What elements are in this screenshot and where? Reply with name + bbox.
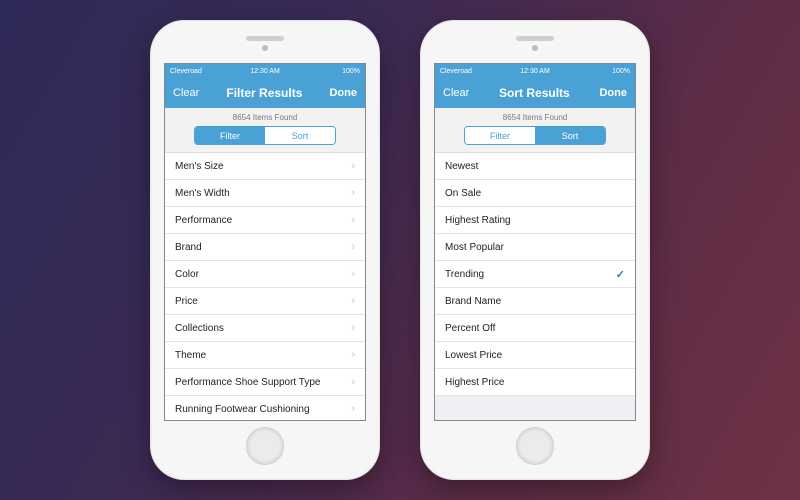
- sub-header: 8654 Items Found Filter Sort: [435, 108, 635, 153]
- segmented-control[interactable]: Filter Sort: [194, 126, 336, 145]
- clear-button[interactable]: Clear: [443, 87, 469, 99]
- chevron-right-icon: ›: [351, 295, 355, 307]
- sort-row[interactable]: Brand Name: [435, 288, 635, 315]
- chevron-right-icon: ›: [351, 322, 355, 334]
- front-camera: [532, 45, 538, 51]
- row-label: Performance Shoe Support Type: [175, 377, 320, 388]
- row-label: Most Popular: [445, 242, 504, 253]
- segment-sort[interactable]: Sort: [535, 127, 605, 144]
- status-bar: Cleveroad 12:30 AM 100%: [165, 64, 365, 78]
- row-label: Lowest Price: [445, 350, 502, 361]
- filter-row[interactable]: Collections ›: [165, 315, 365, 342]
- sort-row[interactable]: Trending ✓: [435, 261, 635, 288]
- row-label: Price: [175, 296, 198, 307]
- status-bar: Cleveroad 12:30 AM 100%: [435, 64, 635, 78]
- row-label: Men's Size: [175, 161, 224, 172]
- row-label: Men's Width: [175, 188, 230, 199]
- row-label: Trending: [445, 269, 484, 280]
- sort-row[interactable]: Highest Rating: [435, 207, 635, 234]
- row-label: Theme: [175, 350, 206, 361]
- carrier-label: Cleveroad: [440, 68, 472, 75]
- row-label: Brand Name: [445, 296, 501, 307]
- home-button[interactable]: [246, 427, 284, 465]
- filter-row[interactable]: Performance ›: [165, 207, 365, 234]
- row-label: Highest Rating: [445, 215, 511, 226]
- home-button[interactable]: [516, 427, 554, 465]
- speaker-slot: [516, 36, 554, 41]
- chevron-right-icon: ›: [351, 241, 355, 253]
- sort-row[interactable]: Newest: [435, 153, 635, 180]
- segment-sort[interactable]: Sort: [265, 127, 335, 144]
- row-label: Running Footwear Cushioning: [175, 404, 310, 415]
- row-label: Percent Off: [445, 323, 495, 334]
- sort-row[interactable]: Most Popular: [435, 234, 635, 261]
- chevron-right-icon: ›: [351, 187, 355, 199]
- page-title: Filter Results: [226, 86, 302, 100]
- segment-filter[interactable]: Filter: [195, 127, 265, 144]
- clock-label: 12:30 AM: [250, 68, 280, 75]
- page-title: Sort Results: [499, 86, 570, 100]
- chevron-right-icon: ›: [351, 403, 355, 415]
- checkmark-icon: ✓: [616, 268, 625, 281]
- row-label: On Sale: [445, 188, 481, 199]
- segmented-control[interactable]: Filter Sort: [464, 126, 606, 145]
- row-label: Brand: [175, 242, 202, 253]
- speaker-slot: [246, 36, 284, 41]
- chevron-right-icon: ›: [351, 268, 355, 280]
- row-label: Newest: [445, 161, 478, 172]
- carrier-label: Cleveroad: [170, 68, 202, 75]
- filter-row[interactable]: Color ›: [165, 261, 365, 288]
- screen-filter: Cleveroad 12:30 AM 100% Clear Filter Res…: [164, 63, 366, 421]
- row-label: Color: [175, 269, 199, 280]
- clock-label: 12:30 AM: [520, 68, 550, 75]
- results-count: 8654 Items Found: [503, 113, 567, 122]
- filter-list[interactable]: Men's Size›Men's Width›Performance›Brand…: [165, 153, 365, 420]
- sub-header: 8654 Items Found Filter Sort: [165, 108, 365, 153]
- nav-bar: Clear Filter Results Done: [165, 78, 365, 108]
- phone-sort: Cleveroad 12:30 AM 100% Clear Sort Resul…: [420, 20, 650, 480]
- filter-row[interactable]: Performance Shoe Support Type ›: [165, 369, 365, 396]
- chevron-right-icon: ›: [351, 349, 355, 361]
- filter-row[interactable]: Running Footwear Cushioning ›: [165, 396, 365, 420]
- sort-row[interactable]: Lowest Price: [435, 342, 635, 369]
- filter-row[interactable]: Men's Size ›: [165, 153, 365, 180]
- segment-filter[interactable]: Filter: [465, 127, 535, 144]
- filter-row[interactable]: Price ›: [165, 288, 365, 315]
- chevron-right-icon: ›: [351, 376, 355, 388]
- nav-bar: Clear Sort Results Done: [435, 78, 635, 108]
- battery-label: 100%: [612, 68, 630, 75]
- sort-row[interactable]: Percent Off: [435, 315, 635, 342]
- done-button[interactable]: Done: [329, 87, 357, 99]
- sort-row[interactable]: Highest Price: [435, 369, 635, 396]
- chevron-right-icon: ›: [351, 160, 355, 172]
- row-label: Performance: [175, 215, 232, 226]
- row-label: Collections: [175, 323, 224, 334]
- clear-button[interactable]: Clear: [173, 87, 199, 99]
- filter-row[interactable]: Brand ›: [165, 234, 365, 261]
- results-count: 8654 Items Found: [233, 113, 297, 122]
- sort-list[interactable]: Newest On Sale Highest Rating Most Popular T…: [435, 153, 635, 420]
- battery-label: 100%: [342, 68, 360, 75]
- screen-sort: Cleveroad 12:30 AM 100% Clear Sort Resul…: [434, 63, 636, 421]
- front-camera: [262, 45, 268, 51]
- chevron-right-icon: ›: [351, 214, 355, 226]
- done-button[interactable]: Done: [599, 87, 627, 99]
- phone-filter: Cleveroad 12:30 AM 100% Clear Filter Res…: [150, 20, 380, 480]
- row-label: Highest Price: [445, 377, 504, 388]
- sort-row[interactable]: On Sale: [435, 180, 635, 207]
- filter-row[interactable]: Theme ›: [165, 342, 365, 369]
- filter-row[interactable]: Men's Width ›: [165, 180, 365, 207]
